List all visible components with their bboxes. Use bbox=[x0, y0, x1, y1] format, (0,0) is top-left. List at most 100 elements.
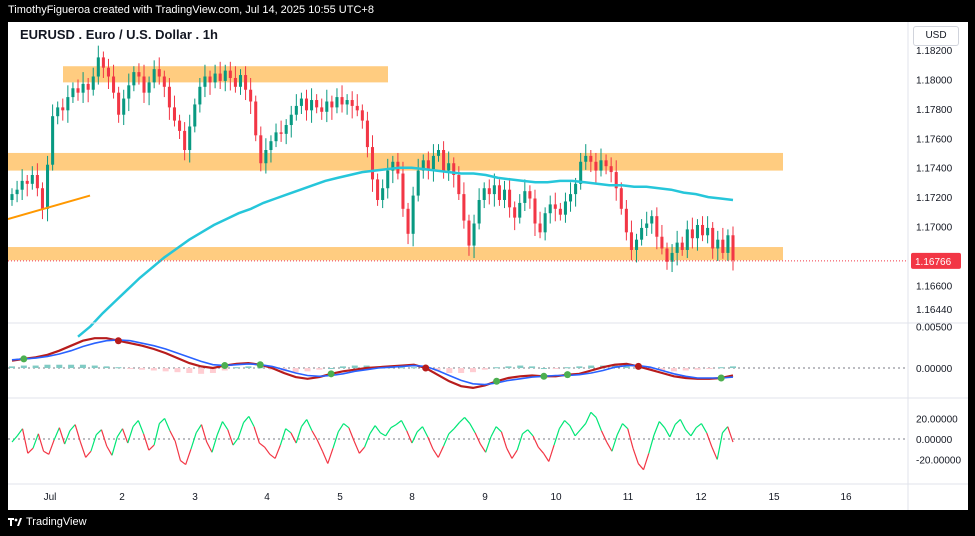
candle-body bbox=[508, 189, 512, 208]
candle-body bbox=[117, 92, 121, 115]
candle-body bbox=[76, 88, 80, 93]
candle-body bbox=[167, 86, 171, 108]
candle-body bbox=[244, 75, 248, 90]
macd-histogram-bar bbox=[517, 365, 524, 369]
candle-body bbox=[711, 227, 715, 249]
time-tick-label: 12 bbox=[695, 492, 707, 503]
candle-body bbox=[183, 130, 187, 151]
macd-histogram-bar bbox=[730, 366, 736, 369]
osc-segment bbox=[642, 453, 650, 470]
macd-histogram-bar bbox=[540, 368, 547, 370]
candle-body bbox=[223, 70, 227, 81]
osc-segment bbox=[585, 412, 592, 424]
macd-histogram-bar bbox=[68, 364, 75, 369]
zones-layer bbox=[8, 66, 783, 261]
macd-histogram-bar bbox=[9, 366, 15, 369]
candle-body bbox=[645, 223, 649, 228]
time-tick-label: 9 bbox=[482, 492, 488, 503]
osc-segment bbox=[79, 441, 87, 458]
candle-body bbox=[279, 132, 283, 134]
osc-segment bbox=[685, 429, 692, 437]
macd-histogram-bar bbox=[469, 368, 476, 373]
candle-body bbox=[599, 160, 603, 171]
time-tick-label: 16 bbox=[840, 492, 852, 503]
osc-segment bbox=[406, 430, 413, 444]
price-tick-label: 1.17000 bbox=[916, 222, 953, 233]
candle-body bbox=[701, 224, 705, 236]
candle-body bbox=[447, 163, 451, 171]
osc-segment bbox=[648, 434, 655, 454]
candle-body bbox=[101, 57, 105, 68]
candle-body bbox=[472, 223, 476, 246]
osc-segment bbox=[264, 446, 271, 455]
candle-body bbox=[269, 141, 273, 151]
candle-body bbox=[10, 194, 14, 200]
osc-segment bbox=[127, 426, 134, 444]
osc-segment bbox=[132, 420, 139, 428]
osc-segment bbox=[269, 453, 276, 459]
currency-selector[interactable]: USD bbox=[913, 26, 959, 46]
candle-body bbox=[589, 155, 593, 162]
osc-segment bbox=[579, 423, 587, 431]
osc-segment bbox=[637, 463, 644, 471]
candle-body bbox=[203, 76, 207, 87]
osc-segment bbox=[543, 452, 550, 462]
osc-segment bbox=[321, 451, 329, 464]
candle-body bbox=[274, 132, 278, 142]
osc-segment bbox=[506, 447, 513, 459]
osc-segment bbox=[511, 449, 518, 459]
candle-body bbox=[355, 105, 359, 111]
candle-body bbox=[660, 236, 664, 249]
osc-segment bbox=[106, 445, 113, 456]
candle-body bbox=[467, 220, 471, 246]
candle-body bbox=[436, 150, 441, 156]
macd-histogram-bar bbox=[576, 366, 583, 369]
tradingview-brand[interactable]: TradingView bbox=[8, 516, 87, 528]
candle-body bbox=[330, 101, 334, 108]
candle-body bbox=[411, 195, 415, 234]
macd-cross-dot bbox=[256, 361, 264, 369]
osc-segment bbox=[558, 420, 566, 430]
candle-body bbox=[289, 114, 293, 126]
macd-histogram-bar bbox=[20, 365, 27, 369]
candle-body bbox=[584, 155, 588, 162]
candle-body bbox=[416, 170, 420, 196]
osc-segment bbox=[432, 448, 439, 458]
candle-body bbox=[172, 107, 177, 121]
osc-segment bbox=[174, 440, 181, 461]
osc-segment bbox=[248, 416, 255, 427]
macd-histogram-bar bbox=[410, 367, 417, 369]
price-tick-label: 1.18200 bbox=[916, 46, 953, 57]
credit-text: TimothyFigueroa created with TradingView… bbox=[8, 4, 374, 16]
candle-body bbox=[487, 188, 491, 195]
osc-segment bbox=[353, 440, 360, 454]
candle-body bbox=[264, 150, 268, 164]
candle-body bbox=[284, 125, 288, 134]
osc-segment bbox=[421, 426, 429, 438]
osc-segment bbox=[716, 432, 724, 460]
osc-segment bbox=[237, 422, 245, 439]
osc-segment bbox=[142, 433, 150, 451]
candle-body bbox=[533, 198, 537, 224]
time-tick-label: 10 bbox=[550, 492, 562, 503]
macd-histogram-bar bbox=[32, 365, 39, 369]
candle-body bbox=[721, 239, 725, 253]
candle-body bbox=[325, 101, 329, 112]
macd-histogram-bar bbox=[162, 368, 169, 372]
osc-segment bbox=[258, 442, 265, 448]
candle-body bbox=[726, 235, 730, 253]
macd-cross-dot bbox=[327, 370, 335, 378]
osc-segment bbox=[574, 429, 581, 437]
osc-segment bbox=[527, 429, 534, 437]
osc-segment bbox=[690, 427, 697, 437]
osc-segment bbox=[222, 421, 229, 431]
axes-layer: 1.18200 1.18000 1.17800 1.17600 1.17400 1.172… bbox=[8, 22, 968, 510]
osc-segment bbox=[606, 441, 613, 452]
candle-body bbox=[594, 161, 598, 171]
macd-histogram-bar bbox=[351, 365, 358, 369]
candle-body bbox=[457, 175, 461, 195]
macd-histogram-bar bbox=[139, 368, 146, 370]
chart-svg[interactable]: 1.18200 1.18000 1.17800 1.17600 1.17400 1.172… bbox=[8, 22, 968, 510]
macd-histogram-bar bbox=[79, 364, 86, 369]
osc-segment bbox=[121, 428, 129, 444]
